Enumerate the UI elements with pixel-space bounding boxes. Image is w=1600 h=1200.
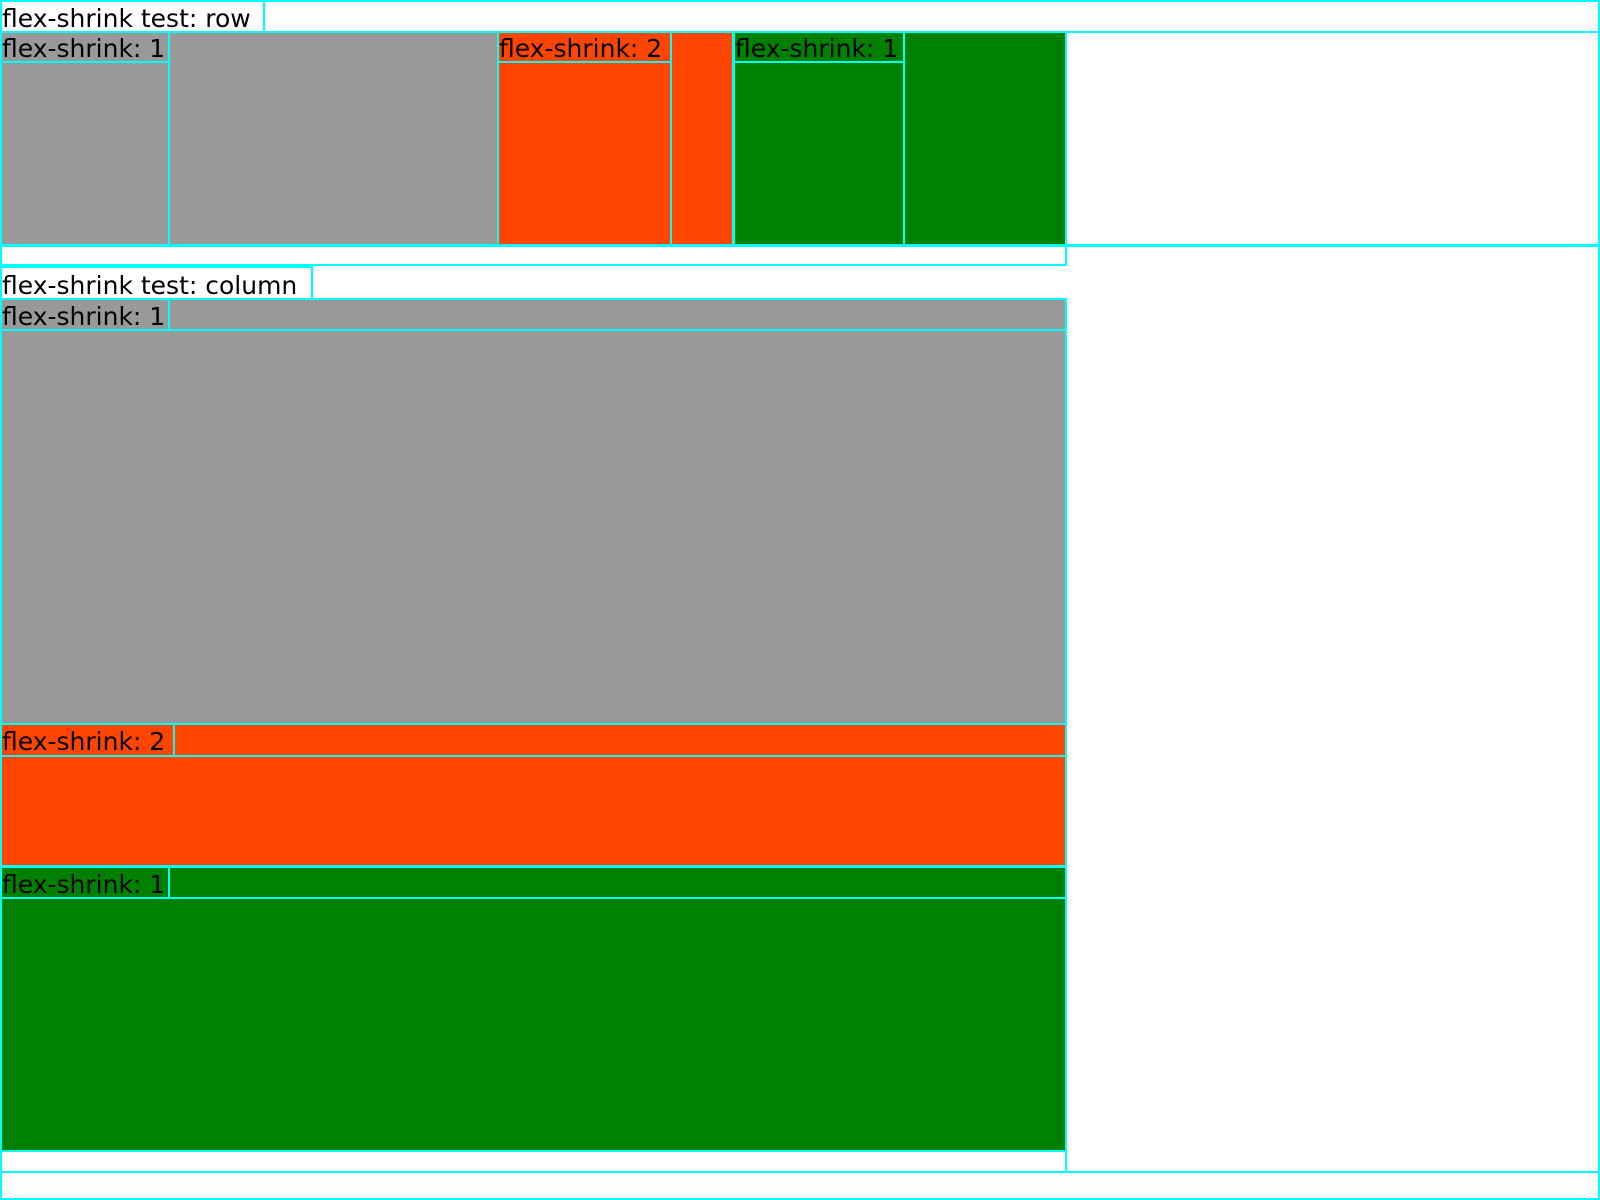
column-test-title: flex-shrink test: column — [0, 266, 313, 301]
row-test-title: flex-shrink test: row — [0, 0, 265, 33]
column-item-gray-label: flex-shrink: 1 — [0, 298, 170, 331]
column-item-green-label: flex-shrink: 1 — [0, 866, 170, 899]
row-item-green-label: flex-shrink: 1 — [733, 31, 905, 63]
column-item-red-box — [0, 755, 1067, 867]
column-item-gray-box — [0, 329, 1067, 725]
row-item-gray-box — [0, 61, 170, 246]
row-item-red-label: flex-shrink: 2 — [497, 31, 672, 63]
column-bottom-spacer — [0, 1150, 1067, 1173]
column-item-green-box — [0, 897, 1067, 1152]
row-item-red-box — [497, 61, 672, 246]
column-item-red-label: flex-shrink: 2 — [0, 723, 175, 757]
row-item-gray-label: flex-shrink: 1 — [0, 31, 170, 63]
row-item-green-box — [733, 61, 905, 246]
